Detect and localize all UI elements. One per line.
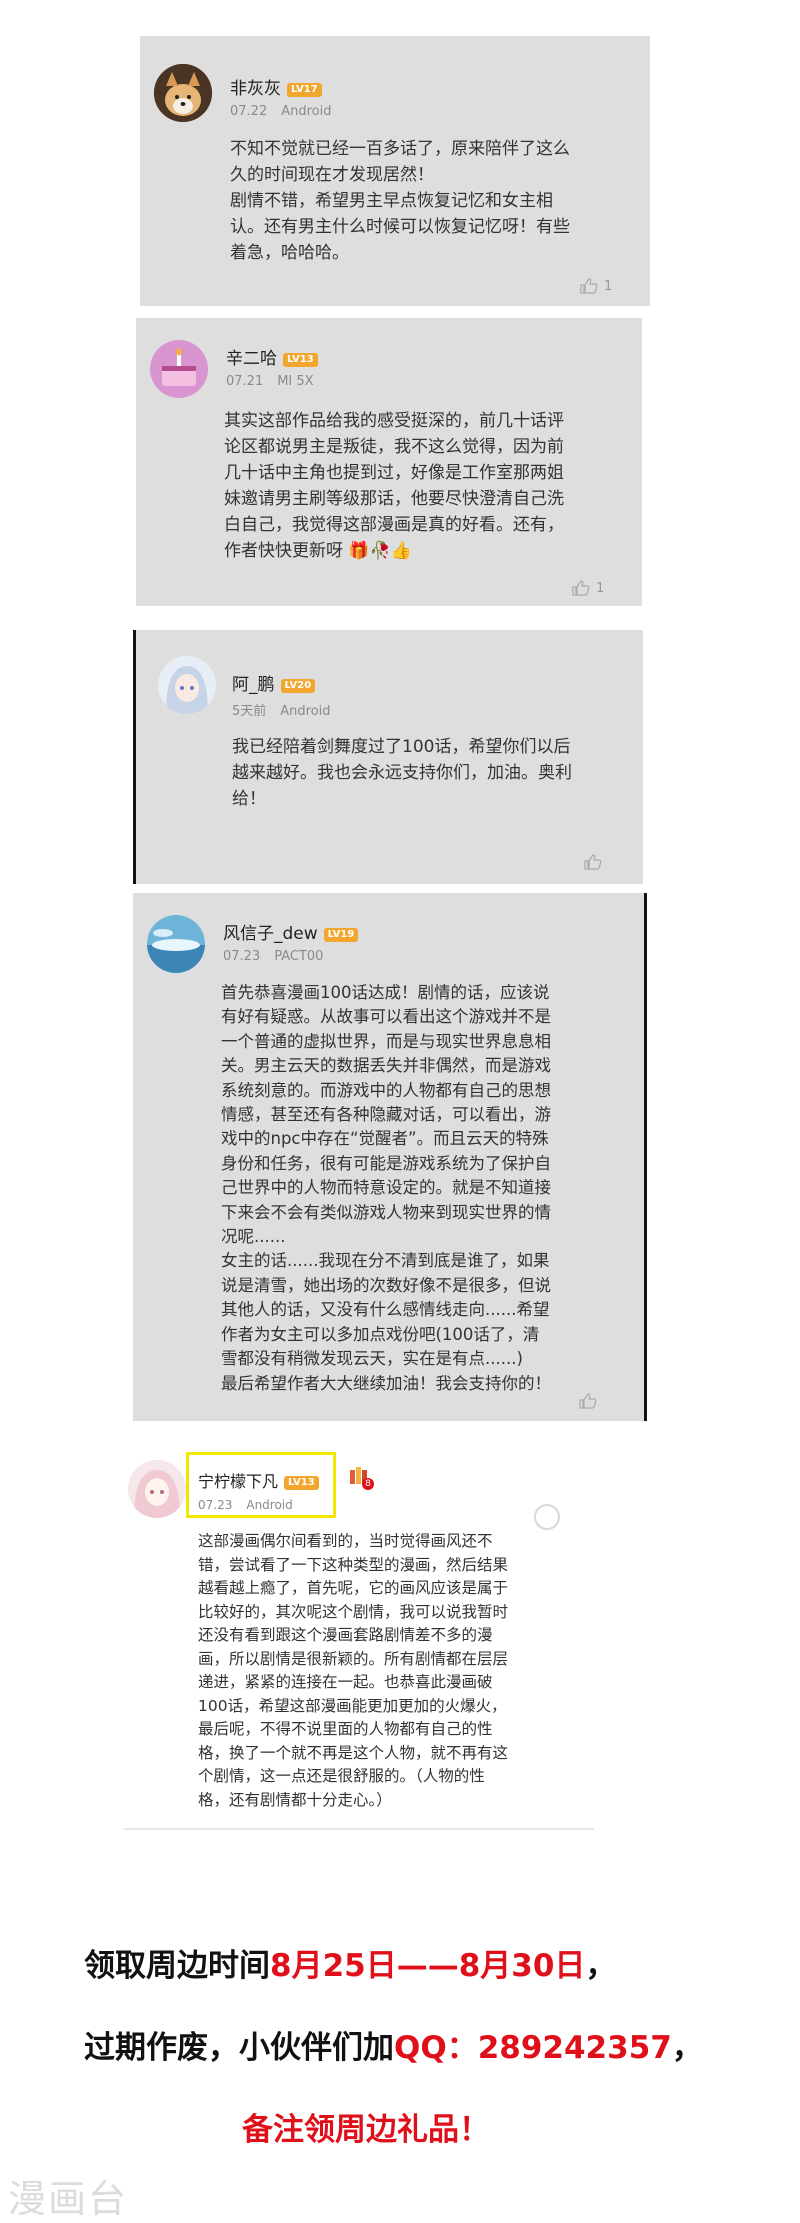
level-badge: LV20 bbox=[280, 679, 316, 693]
avatar[interactable] bbox=[158, 656, 216, 714]
comment-meta: 07.22 Android bbox=[230, 104, 331, 119]
watermark: 漫画台 bbox=[8, 2177, 129, 2221]
comment-meta: 5天前 Android bbox=[232, 700, 331, 719]
comment-device: MI 5X bbox=[277, 374, 314, 389]
username-text[interactable]: 阿_鹏 bbox=[232, 675, 275, 695]
username-text[interactable]: 风信子_dew bbox=[223, 924, 318, 944]
comment-text: 首先恭喜漫画100话达成！剧情的话，应该说 有好有疑惑。从故事可以看出这个游戏并… bbox=[221, 983, 551, 1393]
anime-girl-avatar-icon bbox=[128, 1460, 186, 1518]
gift-badge-icon: 8 bbox=[348, 1464, 374, 1490]
divider bbox=[124, 1828, 594, 1830]
promo-punct: ， bbox=[585, 1948, 617, 1984]
username-text[interactable]: 宁柠檬下凡 bbox=[198, 1472, 278, 1491]
promo-text: 领取周边时间 bbox=[84, 1948, 270, 1984]
gift-badge-count: 8 bbox=[362, 1478, 374, 1490]
comment-card: 阿_鹏 LV20 5天前 Android 我已经陪着剑舞度过了100话，希望你们以后… bbox=[133, 630, 643, 884]
anime-girl-avatar-icon bbox=[158, 656, 216, 714]
like-button[interactable] bbox=[579, 1393, 603, 1409]
thumbs-up-icon bbox=[580, 278, 598, 294]
username-text[interactable]: 非灰灰 bbox=[230, 79, 281, 99]
promo-qq-number: QQ：289242357 bbox=[394, 2030, 672, 2066]
comment-card: 风信子_dew LV19 07.23 PACT00 首先恭喜漫画100话达成！剧情的… bbox=[133, 893, 647, 1421]
like-count: 1 bbox=[596, 580, 605, 596]
level-badge: LV13 bbox=[284, 1476, 319, 1490]
thumbs-up-icon bbox=[579, 1393, 597, 1409]
comment-date: 07.23 bbox=[198, 1498, 233, 1512]
comment-card: 辛二哈 LV13 07.21 MI 5X 其实这部作品给我的感受挺深的，前几十话评 … bbox=[136, 318, 642, 606]
dog-avatar-icon bbox=[154, 64, 212, 122]
avatar[interactable] bbox=[154, 64, 212, 122]
username[interactable]: 非灰灰 LV17 bbox=[230, 74, 322, 99]
promo-text: 过期作废，小伙伴们加 bbox=[84, 2030, 394, 2066]
username[interactable]: 辛二哈 LV13 bbox=[226, 344, 318, 369]
comment-text: 其实这部作品给我的感受挺深的，前几十话评 论区都说男主是叛徒，我不这么觉得，因为… bbox=[224, 408, 634, 564]
comment-text-content: 其实这部作品给我的感受挺深的，前几十话评 论区都说男主是叛徒，我不这么觉得，因为… bbox=[224, 411, 564, 561]
like-button[interactable]: 1 bbox=[572, 580, 604, 596]
sky-avatar-icon bbox=[147, 915, 205, 973]
comment-card: 非灰灰 LV17 07.22 Android 不知不觉就已经一百多话了，原来陪伴了这… bbox=[140, 36, 650, 306]
comment-text: 我已经陪着剑舞度过了100话，希望你们以后 越来越好。我也会永远支持你们，加油。… bbox=[232, 737, 572, 809]
comment-device: Android bbox=[281, 104, 332, 119]
comment-meta: 07.23 Android bbox=[198, 1498, 293, 1512]
comment-device: PACT00 bbox=[274, 949, 324, 964]
level-badge: LV17 bbox=[287, 83, 322, 97]
promo-punct: ， bbox=[671, 2030, 703, 2066]
like-button[interactable] bbox=[584, 854, 608, 870]
cake-avatar-icon bbox=[150, 340, 208, 398]
username[interactable]: 风信子_dew LV19 bbox=[223, 919, 359, 944]
level-badge: LV19 bbox=[323, 928, 359, 942]
promo-line-3: 备注领周边礼品！ bbox=[242, 2104, 800, 2149]
level-badge: LV13 bbox=[283, 353, 318, 367]
username[interactable]: 宁柠檬下凡 LV13 bbox=[198, 1468, 319, 1492]
thumbs-up-icon bbox=[584, 854, 602, 870]
avatar[interactable] bbox=[150, 340, 208, 398]
promo-line-1: 领取周边时间8月25日——8月30日， bbox=[84, 1940, 800, 1985]
comment-meta: 07.21 MI 5X bbox=[226, 374, 314, 389]
comment-device: Android bbox=[246, 1498, 293, 1512]
comment-text: 这部漫画偶尔间看到的，当时觉得画风还不 错，尝试看了一下这种类型的漫画，然后结果… bbox=[198, 1532, 509, 1809]
avatar[interactable] bbox=[147, 915, 205, 973]
username-text[interactable]: 辛二哈 bbox=[226, 349, 277, 369]
username[interactable]: 阿_鹏 LV20 bbox=[232, 670, 316, 695]
comment-card: 宁柠檬下凡 LV13 8 07.23 Android 这部漫画偶尔间看到的，当时觉得… bbox=[124, 1430, 594, 1838]
promo-note: 备注领周边礼品！ bbox=[242, 2112, 490, 2148]
comment-text: 不知不觉就已经一百多话了，原来陪伴了这么 久的时间现在才发现居然！ 剧情不错，希… bbox=[230, 139, 570, 263]
comment-date: 07.23 bbox=[223, 949, 261, 964]
promo-line-2: 过期作废，小伙伴们加QQ：289242357， bbox=[84, 2022, 800, 2067]
comment-device: Android bbox=[280, 704, 331, 719]
comment-date: 07.22 bbox=[230, 104, 268, 119]
promo-date-range: 8月25日——8月30日 bbox=[270, 1948, 586, 1984]
comment-date: 5天前 bbox=[232, 704, 267, 719]
comment-date: 07.21 bbox=[226, 374, 264, 389]
like-count: 1 bbox=[604, 278, 613, 294]
like-button[interactable]: 1 bbox=[580, 278, 612, 294]
emoji-icons: 🎁🥀👍 bbox=[343, 541, 412, 561]
comment-meta: 07.23 PACT00 bbox=[223, 949, 323, 964]
avatar[interactable] bbox=[128, 1460, 186, 1518]
thumbs-up-icon bbox=[572, 580, 590, 596]
select-circle[interactable] bbox=[534, 1504, 560, 1530]
